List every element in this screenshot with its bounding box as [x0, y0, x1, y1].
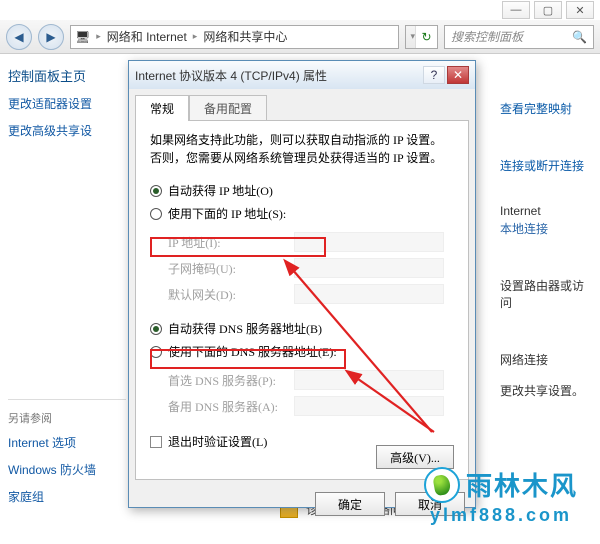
- ylmf-logo-icon: [424, 467, 460, 503]
- tab-general[interactable]: 常规: [135, 95, 189, 121]
- maximize-button[interactable]: ▢: [534, 1, 562, 19]
- label-gateway: 默认网关(D):: [168, 286, 288, 303]
- link-connect-disconnect[interactable]: 连接或断开连接: [500, 157, 590, 174]
- radio-auto-ip[interactable]: [150, 185, 162, 197]
- search-icon: 🔍: [572, 30, 587, 44]
- intro-text: 如果网络支持此功能，则可以获取自动指派的 IP 设置。否则，您需要从网络系统管理…: [150, 131, 454, 167]
- sidebar-link-homegroup[interactable]: 家庭组: [8, 488, 126, 505]
- sidebar: 控制面板主页 更改适配器设置 更改高级共享设 另请参阅 Internet 选项 …: [8, 66, 126, 515]
- chevron-right-icon: ▸: [96, 31, 101, 42]
- input-gateway: [294, 284, 444, 304]
- tab-alternate-config[interactable]: 备用配置: [189, 95, 267, 121]
- label-dns2: 备用 DNS 服务器(A):: [168, 398, 288, 415]
- watermark-name: 雨林木风: [466, 466, 578, 503]
- label-network-connection: 网络连接: [500, 351, 590, 368]
- right-panel: 查看完整映射 连接或断开连接 Internet 本地连接 设置路由器或访问 网络…: [500, 100, 590, 429]
- sidebar-see-also: 另请参阅: [8, 410, 126, 426]
- radio-auto-dns-label: 自动获得 DNS 服务器地址(B): [168, 320, 322, 337]
- sidebar-link-internet-options[interactable]: Internet 选项: [8, 434, 126, 451]
- radio-manual-ip-label: 使用下面的 IP 地址(S):: [168, 205, 286, 222]
- label-mask: 子网掩码(U):: [168, 260, 288, 277]
- sidebar-heading: 控制面板主页: [8, 66, 126, 85]
- label-dns1: 首选 DNS 服务器(P):: [168, 372, 288, 389]
- sidebar-link-adapter[interactable]: 更改适配器设置: [8, 95, 126, 112]
- ipv4-properties-dialog: Internet 协议版本 4 (TCP/IPv4) 属性 ? ✕ 常规 备用配…: [128, 60, 476, 508]
- radio-manual-dns[interactable]: [150, 346, 162, 358]
- refresh-button[interactable]: ↻: [415, 26, 437, 48]
- forward-button[interactable]: ▶: [38, 24, 64, 50]
- breadcrumb[interactable]: 🖥 ▸ 网络和 Internet ▸ 网络和共享中心: [70, 25, 399, 49]
- input-dns2: [294, 396, 444, 416]
- computer-icon: 🖥: [75, 30, 90, 44]
- dialog-titlebar: Internet 协议版本 4 (TCP/IPv4) 属性 ? ✕: [129, 61, 475, 89]
- input-mask: [294, 258, 444, 278]
- dialog-title: Internet 协议版本 4 (TCP/IPv4) 属性: [135, 67, 421, 84]
- label-internet: Internet: [500, 204, 590, 218]
- radio-manual-dns-label: 使用下面的 DNS 服务器地址(E):: [168, 343, 337, 360]
- radio-manual-ip[interactable]: [150, 208, 162, 220]
- radio-auto-dns[interactable]: [150, 323, 162, 335]
- sidebar-link-firewall[interactable]: Windows 防火墙: [8, 461, 126, 478]
- sidebar-link-advanced-sharing[interactable]: 更改高级共享设: [8, 122, 126, 139]
- watermark-url: ylmf888.com: [430, 505, 572, 526]
- help-button[interactable]: ?: [423, 66, 445, 84]
- explorer-nav-bar: ◀ ▶ 🖥 ▸ 网络和 Internet ▸ 网络和共享中心 ▾ ↻ 搜索控制面…: [0, 20, 600, 54]
- crumb-network-center[interactable]: 网络和共享中心: [203, 28, 287, 45]
- chevron-right-icon: ▸: [193, 31, 198, 42]
- option-auto-dns[interactable]: 自动获得 DNS 服务器地址(B): [150, 317, 454, 340]
- window-close-button[interactable]: ✕: [566, 1, 594, 19]
- crumb-network-internet[interactable]: 网络和 Internet: [107, 28, 187, 45]
- option-auto-ip[interactable]: 自动获得 IP 地址(O): [150, 179, 454, 202]
- dialog-close-button[interactable]: ✕: [447, 66, 469, 84]
- checkbox-validate-label: 退出时验证设置(L): [168, 433, 267, 450]
- minimize-button[interactable]: —: [502, 1, 530, 19]
- option-manual-dns[interactable]: 使用下面的 DNS 服务器地址(E):: [150, 340, 454, 363]
- link-full-map[interactable]: 查看完整映射: [500, 100, 590, 117]
- watermark-banner: 雨林木风 ylmf888.com: [408, 460, 594, 532]
- option-manual-ip[interactable]: 使用下面的 IP 地址(S):: [150, 202, 454, 225]
- label-router-question: 设置路由器或访问: [500, 277, 590, 311]
- search-placeholder: 搜索控制面板: [451, 28, 523, 45]
- ok-button[interactable]: 确定: [315, 492, 385, 516]
- back-button[interactable]: ◀: [6, 24, 32, 50]
- label-ip: IP 地址(I):: [168, 234, 288, 251]
- label-change-sharing: 更改共享设置。: [500, 382, 590, 399]
- input-dns1: [294, 370, 444, 390]
- search-input[interactable]: 搜索控制面板 🔍: [444, 25, 594, 49]
- input-ip: [294, 232, 444, 252]
- radio-auto-ip-label: 自动获得 IP 地址(O): [168, 182, 273, 199]
- tab-body: 如果网络支持此功能，则可以获取自动指派的 IP 设置。否则，您需要从网络系统管理…: [135, 120, 469, 480]
- link-local-connection[interactable]: 本地连接: [500, 220, 590, 237]
- checkbox-validate-on-exit[interactable]: [150, 436, 162, 448]
